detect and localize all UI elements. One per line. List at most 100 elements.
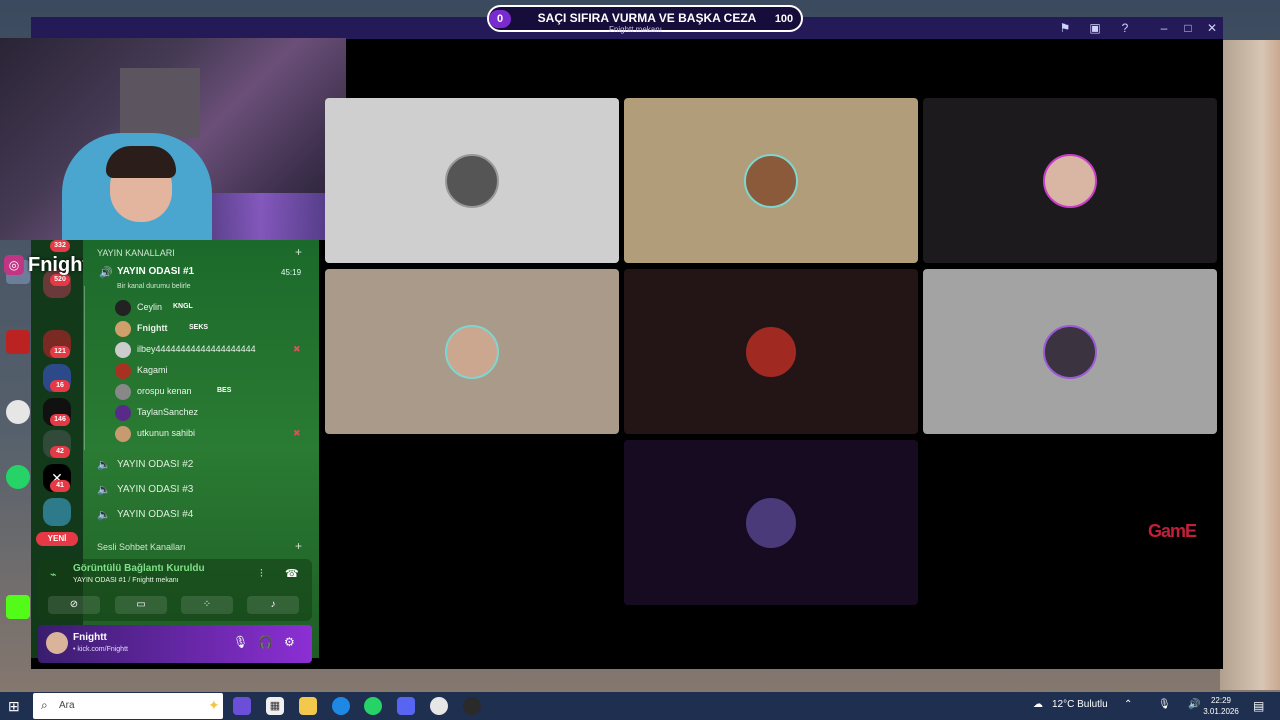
obs-icon[interactable] bbox=[463, 697, 481, 715]
user-avatar[interactable] bbox=[46, 632, 68, 654]
channel-name: YAYIN ODASI #4 bbox=[117, 509, 194, 520]
video-tile[interactable] bbox=[923, 269, 1217, 434]
weather-text[interactable]: 12°C Bulutlu bbox=[1052, 699, 1108, 710]
whatsapp-icon[interactable] bbox=[364, 697, 382, 715]
voice-member[interactable]: TaylanSanchez bbox=[115, 405, 311, 421]
file-explorer-icon[interactable] bbox=[299, 697, 317, 715]
flag-icon[interactable]: ⚑ bbox=[1058, 21, 1072, 35]
headphones-icon[interactable]: 🎧 bbox=[258, 635, 273, 649]
member-tag: SEKS bbox=[189, 324, 209, 331]
muted-icon: ✖ bbox=[293, 428, 301, 438]
camera-off-button[interactable]: ⊘ bbox=[48, 596, 100, 614]
microphone-icon[interactable]: 🎙 bbox=[1158, 699, 1171, 710]
participant-avatar bbox=[1043, 153, 1097, 208]
server-icon[interactable] bbox=[43, 498, 71, 526]
member-name: Fnightt bbox=[137, 323, 168, 333]
avatar bbox=[115, 321, 131, 337]
search-icon: ⌕ bbox=[41, 698, 48, 712]
avatar bbox=[115, 342, 131, 358]
edge-icon[interactable] bbox=[332, 697, 350, 715]
background-face bbox=[1220, 40, 1280, 690]
video-tile[interactable] bbox=[325, 269, 619, 434]
avatar bbox=[115, 300, 131, 316]
inbox-icon[interactable]: ▣ bbox=[1088, 21, 1102, 35]
server-badge: 146 bbox=[50, 414, 70, 426]
add-channel-icon[interactable]: + bbox=[295, 245, 302, 259]
participant-avatar bbox=[744, 324, 798, 379]
streamer-hair bbox=[106, 146, 176, 178]
voice-member[interactable]: Kagami bbox=[115, 363, 311, 379]
video-tile[interactable] bbox=[923, 98, 1217, 263]
avatar bbox=[115, 426, 131, 442]
add-channel-icon[interactable]: + bbox=[295, 539, 302, 553]
voice-connection-panel: ⌁ Görüntülü Bağlantı Kuruldu YAYIN ODASI… bbox=[38, 559, 312, 621]
chrome-icon[interactable] bbox=[430, 697, 448, 715]
channel-stream-4[interactable]: 🔈 YAYIN ODASI #4 bbox=[97, 508, 297, 524]
soundboard-button[interactable]: ♪ bbox=[247, 596, 299, 614]
channel-watermark: GamE bbox=[1148, 521, 1197, 541]
whatsapp-desktop-icon[interactable] bbox=[6, 465, 30, 489]
goal-start-count: 0 bbox=[489, 10, 511, 28]
video-tile[interactable] bbox=[325, 98, 619, 263]
member-name: TaylanSanchez bbox=[137, 407, 199, 417]
voice-member[interactable]: orospu kenan BES bbox=[115, 384, 311, 400]
activities-button[interactable]: ⁘ bbox=[181, 596, 233, 614]
signal-icon[interactable]: ⌁ bbox=[50, 568, 57, 581]
server-badge: 42 bbox=[50, 446, 70, 458]
store-icon[interactable]: ▦ bbox=[266, 697, 284, 715]
desktop-icon[interactable] bbox=[6, 330, 30, 354]
voice-member[interactable]: Ceylin KNGL bbox=[115, 300, 311, 316]
windows-start-icon[interactable]: ⊞ bbox=[8, 698, 20, 715]
video-tile[interactable] bbox=[624, 98, 918, 263]
participant-avatar bbox=[445, 153, 499, 208]
voice-member[interactable]: ilbey44444444444444444444 ✖ bbox=[115, 342, 311, 358]
chrome-desktop-icon[interactable] bbox=[6, 400, 30, 424]
server-badge: 41 bbox=[50, 480, 70, 492]
voice-connected-subtitle: YAYIN ODASI #1 / Fnightt mekanı bbox=[73, 577, 179, 584]
avatar bbox=[115, 384, 131, 400]
microphone-icon[interactable]: 🎙 bbox=[233, 635, 248, 649]
notification-icon[interactable]: ▤ bbox=[1253, 699, 1264, 713]
search-box[interactable]: ⌕ Ara ✦ bbox=[33, 693, 223, 719]
speaker-icon: 🔊 bbox=[99, 267, 113, 279]
channel-stream-3[interactable]: 🔈 YAYIN ODASI #3 bbox=[97, 483, 297, 499]
instagram-icon: ◎ bbox=[4, 255, 24, 275]
new-badge[interactable]: YENİ bbox=[36, 532, 78, 546]
channel-name: YAYIN ODASI #3 bbox=[117, 484, 194, 495]
category-stream-channels[interactable]: YAYIN KANALLARI bbox=[97, 248, 175, 258]
desktop-icons bbox=[0, 230, 34, 690]
participant-avatar bbox=[744, 495, 798, 550]
voice-member[interactable]: utkunun sahibi ✖ bbox=[115, 426, 311, 442]
maximize-icon[interactable]: □ bbox=[1181, 21, 1195, 35]
screen-share-button[interactable]: ▭ bbox=[115, 596, 167, 614]
server-badge: 16 bbox=[50, 380, 70, 392]
disconnect-icon[interactable]: ☎ bbox=[285, 567, 299, 580]
channel-status[interactable]: Bir kanal durumu belirle bbox=[117, 283, 191, 290]
video-tile[interactable] bbox=[624, 269, 918, 434]
clock[interactable]: 22:29 3.01.2026 bbox=[1196, 695, 1246, 717]
kick-desktop-icon[interactable] bbox=[6, 595, 30, 619]
participant-avatar bbox=[445, 324, 499, 379]
user-name[interactable]: Fnightt bbox=[73, 632, 107, 643]
muted-icon: ✖ bbox=[293, 344, 301, 354]
help-icon[interactable]: ? bbox=[1118, 21, 1132, 35]
video-tile[interactable] bbox=[624, 440, 918, 605]
settings-icon[interactable]: ⚙ bbox=[284, 635, 295, 649]
chevron-up-icon[interactable]: ⌃ bbox=[1124, 699, 1132, 710]
search-highlight-icon: ✦ bbox=[208, 697, 220, 713]
avatar bbox=[115, 405, 131, 421]
shelf bbox=[120, 68, 200, 138]
voice-member[interactable]: Fnightt SEKS bbox=[115, 321, 311, 337]
copilot-icon[interactable] bbox=[233, 697, 251, 715]
category-voice-chat[interactable]: Sesli Sohbet Kanalları bbox=[97, 542, 186, 552]
channel-active[interactable]: 🔊 YAYIN ODASI #1 45:19 bbox=[97, 266, 309, 282]
discord-icon[interactable] bbox=[397, 697, 415, 715]
channel-name: YAYIN ODASI #1 bbox=[117, 266, 195, 277]
channel-stream-2[interactable]: 🔈 YAYIN ODASI #2 bbox=[97, 458, 297, 474]
close-icon[interactable]: ✕ bbox=[1205, 21, 1219, 35]
minimize-icon[interactable]: – bbox=[1157, 21, 1171, 35]
voice-connected-title[interactable]: Görüntülü Bağlantı Kuruldu bbox=[73, 563, 205, 574]
goal-subtitle: Fnightt mekanı bbox=[609, 25, 662, 34]
noise-suppression-icon[interactable]: ⫶ bbox=[260, 568, 263, 581]
server-badge: 332 bbox=[50, 240, 70, 252]
